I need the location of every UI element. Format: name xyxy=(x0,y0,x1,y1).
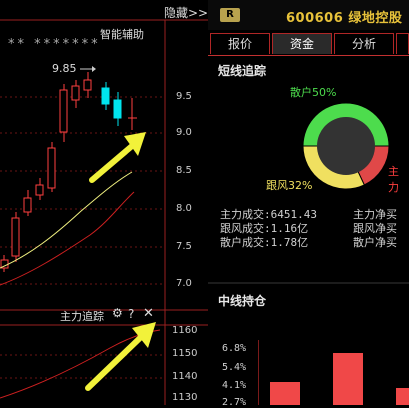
candle xyxy=(113,99,122,119)
candle xyxy=(11,217,20,257)
candle xyxy=(23,197,32,213)
stock-header: R 600606 绿地控股 xyxy=(208,0,409,30)
smart-assist-label[interactable]: 智能辅助 xyxy=(100,26,144,42)
kline-chart-panel: 隐藏>> ** ******* 智能辅助 9.85 9.5 9.0 8.5 8.… xyxy=(0,0,208,405)
retail-volume-stat: 散户成交:1.78亿 xyxy=(220,236,309,249)
stock-code: 600606 xyxy=(286,11,344,26)
sub-y-tick-label: 1150 xyxy=(172,348,198,359)
tab-analysis[interactable]: 分析 xyxy=(334,33,394,54)
y-tick-label: 7.5 xyxy=(176,241,192,252)
section-divider xyxy=(208,282,409,284)
holding-bar xyxy=(396,388,409,405)
peak-price-label: 9.85 xyxy=(52,62,77,75)
y-tick-label: 9.0 xyxy=(176,127,192,138)
pie-center xyxy=(317,117,375,175)
candle xyxy=(83,79,92,91)
candle xyxy=(59,89,68,133)
stock-title: 600606 绿地控股 xyxy=(286,7,402,26)
candles xyxy=(0,72,137,272)
candle xyxy=(71,85,80,101)
close-icon[interactable]: ✕ xyxy=(143,306,154,321)
mid-y-tick: 4.1% xyxy=(222,380,247,391)
holding-bar xyxy=(270,382,300,405)
tab-funds[interactable]: 资金 xyxy=(272,33,332,54)
rating-badge: R xyxy=(220,8,240,22)
mid-y-tick: 5.4% xyxy=(222,362,247,373)
gear-icon[interactable]: ⚙ xyxy=(112,306,123,320)
holding-bar xyxy=(333,353,363,405)
stars-indicator: ** ******* xyxy=(8,37,101,52)
sub-y-tick-label: 1140 xyxy=(172,371,198,382)
retail-percent-label: 散户50% xyxy=(290,86,337,99)
stock-name: 绿地控股 xyxy=(348,11,403,26)
y-tick-label: 9.5 xyxy=(176,91,192,102)
mid-axis-line xyxy=(258,340,259,405)
y-tick-label: 7.0 xyxy=(176,278,192,289)
retail-net-buy-stat: 散户净买 xyxy=(353,236,397,249)
tab-bar: 报价 资金 分析 xyxy=(208,33,409,56)
question-icon[interactable]: ? xyxy=(128,307,134,321)
mid-term-title: 中线持仓 xyxy=(218,294,267,308)
short-term-title: 短线追踪 xyxy=(218,64,267,78)
mid-y-tick: 2.7% xyxy=(222,397,247,408)
candle xyxy=(35,184,44,196)
tab-quote[interactable]: 报价 xyxy=(210,33,270,54)
sub-y-tick-label: 1160 xyxy=(172,325,198,336)
main-force-label: 主力 xyxy=(388,165,399,194)
candle xyxy=(101,87,110,105)
follow-percent-label: 跟风32% xyxy=(266,179,313,192)
candle xyxy=(47,147,56,189)
short-term-pie xyxy=(302,102,390,190)
ma-red-line xyxy=(0,191,135,286)
sub-chart-title: 主力追踪 xyxy=(60,310,104,323)
ma-yellow-line xyxy=(0,171,133,269)
peak-marker-arrowhead xyxy=(92,66,96,72)
tab-more[interactable] xyxy=(396,33,409,54)
y-tick-label: 8.0 xyxy=(176,203,192,214)
yellow-arrow-upper xyxy=(89,132,146,183)
fund-flow-panel: R 600606 绿地控股 报价 资金 分析 短线追踪 散户50% 跟风32% … xyxy=(208,0,409,408)
y-tick-label: 8.5 xyxy=(176,165,192,176)
mid-y-tick: 6.8% xyxy=(222,343,247,354)
sub-y-tick-label: 1130 xyxy=(172,392,198,403)
hide-button[interactable]: 隐藏>> xyxy=(164,4,208,21)
